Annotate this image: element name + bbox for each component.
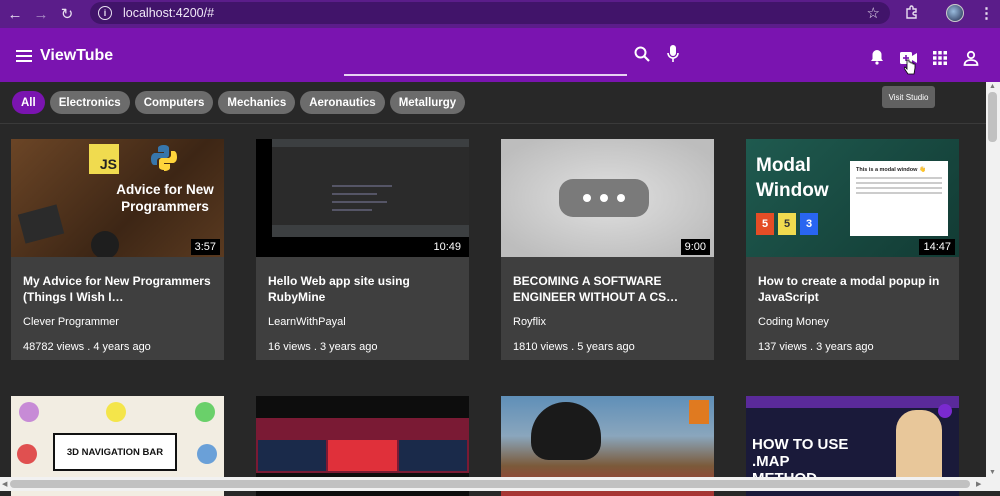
- channel-name[interactable]: Clever Programmer: [23, 316, 119, 328]
- html5-logo: 5: [756, 213, 774, 235]
- thumbnail-decor: [17, 204, 65, 244]
- thumbnail-decor: [106, 402, 126, 422]
- bell-icon[interactable]: [870, 49, 884, 70]
- python-logo: [151, 145, 177, 171]
- video-meta: 137 views . 3 years ago: [758, 341, 874, 353]
- chip-computers[interactable]: Computers: [134, 91, 214, 114]
- scroll-left-icon[interactable]: ◀: [2, 480, 7, 488]
- thumbnail-decor: [938, 404, 952, 418]
- video-thumbnail[interactable]: 10:49: [256, 139, 469, 257]
- web-tech-logos: 5 5 3: [756, 213, 818, 235]
- thumbnail-text: Modal Window: [756, 155, 829, 201]
- vertical-scroll-thumb[interactable]: [988, 92, 997, 142]
- apps-grid-icon[interactable]: [933, 51, 947, 70]
- modal-line: [856, 192, 942, 194]
- thumbnail-decor: [19, 402, 39, 422]
- ide-footer: [272, 225, 469, 237]
- video-meta: 1810 views . 5 years ago: [513, 341, 635, 353]
- modal-line: [856, 177, 942, 179]
- thumbnail-text: 3D NAVIGATION BAR: [53, 433, 177, 471]
- channel-name[interactable]: Coding Money: [758, 316, 829, 328]
- thumbnail-decor: [328, 440, 397, 471]
- chip-mechanics[interactable]: Mechanics: [218, 91, 296, 114]
- modal-preview-title: This is a modal window 👋: [856, 167, 926, 173]
- ide-line: [332, 185, 392, 187]
- browser-toolbar: ← → ↻ i localhost:4200/# ☆ ⋮: [0, 0, 1000, 28]
- browser-menu-icon[interactable]: ⋮: [979, 4, 994, 22]
- video-meta: 48782 views . 4 years ago: [23, 341, 151, 353]
- bookmark-star-icon[interactable]: ☆: [867, 4, 880, 22]
- scroll-up-icon[interactable]: ▲: [989, 83, 996, 90]
- channel-name[interactable]: Royflix: [513, 316, 546, 328]
- search-input[interactable]: [344, 74, 627, 76]
- modal-line: [856, 182, 942, 184]
- video-thumbnail[interactable]: 9:00: [501, 139, 714, 257]
- chip-all[interactable]: All: [12, 91, 45, 114]
- search-icon[interactable]: [634, 46, 650, 67]
- video-title[interactable]: BECOMING A SOFTWARE ENGINEER WITHOUT A C…: [513, 273, 708, 305]
- scroll-right-icon[interactable]: ▶: [976, 480, 981, 488]
- video-card[interactable]: 10:49 Hello Web app site using RubyMine …: [256, 139, 469, 360]
- thumbnail-decor: [91, 231, 119, 257]
- js-logo: JS: [89, 144, 119, 174]
- video-title[interactable]: How to create a modal popup in JavaScrip…: [758, 273, 953, 305]
- extensions-icon[interactable]: [904, 4, 920, 20]
- mic-icon[interactable]: [667, 45, 679, 68]
- typing-bubble-icon: [559, 179, 649, 217]
- presenter-image: [896, 410, 942, 480]
- brand-logo[interactable]: ViewTube: [40, 47, 113, 65]
- reload-icon[interactable]: ↻: [56, 3, 78, 25]
- horizontal-scrollbar[interactable]: ◀ ▶: [0, 477, 1000, 491]
- chip-aeronautics[interactable]: Aeronautics: [300, 91, 385, 114]
- vertical-scrollbar[interactable]: ▲ ▼: [986, 82, 1000, 477]
- thumbnail-text: Advice for New Programmers: [116, 182, 214, 214]
- back-arrow-icon[interactable]: ←: [4, 3, 26, 25]
- forward-arrow-icon[interactable]: →: [30, 3, 52, 25]
- video-duration: 10:49: [429, 239, 465, 255]
- js-logo: 5: [778, 213, 796, 235]
- thumbnail-decor: [689, 400, 709, 424]
- video-thumbnail[interactable]: JS Advice for New Programmers 3:57: [11, 139, 224, 257]
- thumbnail-decor: [258, 440, 326, 471]
- chips-divider: [0, 123, 986, 124]
- ide-line: [332, 209, 372, 211]
- video-duration: 3:57: [190, 239, 220, 255]
- account-icon[interactable]: [963, 50, 979, 71]
- mouse-cursor-icon: [903, 59, 916, 80]
- video-card[interactable]: Modal Window 5 5 3 This is a modal windo…: [746, 139, 959, 360]
- category-chips: All Electronics Computers Mechanics Aero…: [12, 91, 466, 114]
- modal-line: [856, 187, 942, 189]
- chip-metallurgy[interactable]: Metallurgy: [389, 91, 466, 114]
- ide-line: [332, 201, 387, 203]
- video-duration: 14:47: [919, 239, 955, 255]
- horizontal-scroll-thumb[interactable]: [10, 480, 970, 488]
- thumbnail-decor: [746, 396, 959, 408]
- browser-profile-avatar[interactable]: [946, 4, 964, 22]
- video-title[interactable]: Hello Web app site using RubyMine: [268, 273, 463, 305]
- css3-logo: 3: [800, 213, 818, 235]
- hamburger-menu-icon[interactable]: [16, 50, 32, 62]
- chip-electronics[interactable]: Electronics: [49, 91, 130, 114]
- thumbnail-decor: [197, 444, 217, 464]
- app-header: ViewTube: [0, 28, 1000, 82]
- video-card[interactable]: 9:00 BECOMING A SOFTWARE ENGINEER WITHOU…: [501, 139, 714, 360]
- url-text: localhost:4200/#: [123, 6, 215, 20]
- address-bar[interactable]: i localhost:4200/# ☆: [90, 2, 890, 24]
- video-duration: 9:00: [680, 239, 710, 255]
- site-info-icon[interactable]: i: [98, 6, 112, 20]
- ide-screen: [272, 139, 469, 225]
- video-card[interactable]: JS Advice for New Programmers 3:57 My Ad…: [11, 139, 224, 360]
- channel-name[interactable]: LearnWithPayal: [268, 316, 346, 328]
- modal-preview: This is a modal window 👋: [850, 161, 948, 236]
- thumbnail-decor: [531, 402, 601, 460]
- visit-studio-tooltip: Visit Studio: [882, 86, 935, 108]
- video-meta: 16 views . 3 years ago: [268, 341, 378, 353]
- video-thumbnail[interactable]: Modal Window 5 5 3 This is a modal windo…: [746, 139, 959, 257]
- thumbnail-decor: [17, 444, 37, 464]
- ide-line: [332, 193, 377, 195]
- video-title[interactable]: My Advice for New Programmers (Things I …: [23, 273, 218, 305]
- thumbnail-decor: [399, 440, 467, 471]
- scroll-down-icon[interactable]: ▼: [989, 469, 996, 476]
- thumbnail-decor: [195, 402, 215, 422]
